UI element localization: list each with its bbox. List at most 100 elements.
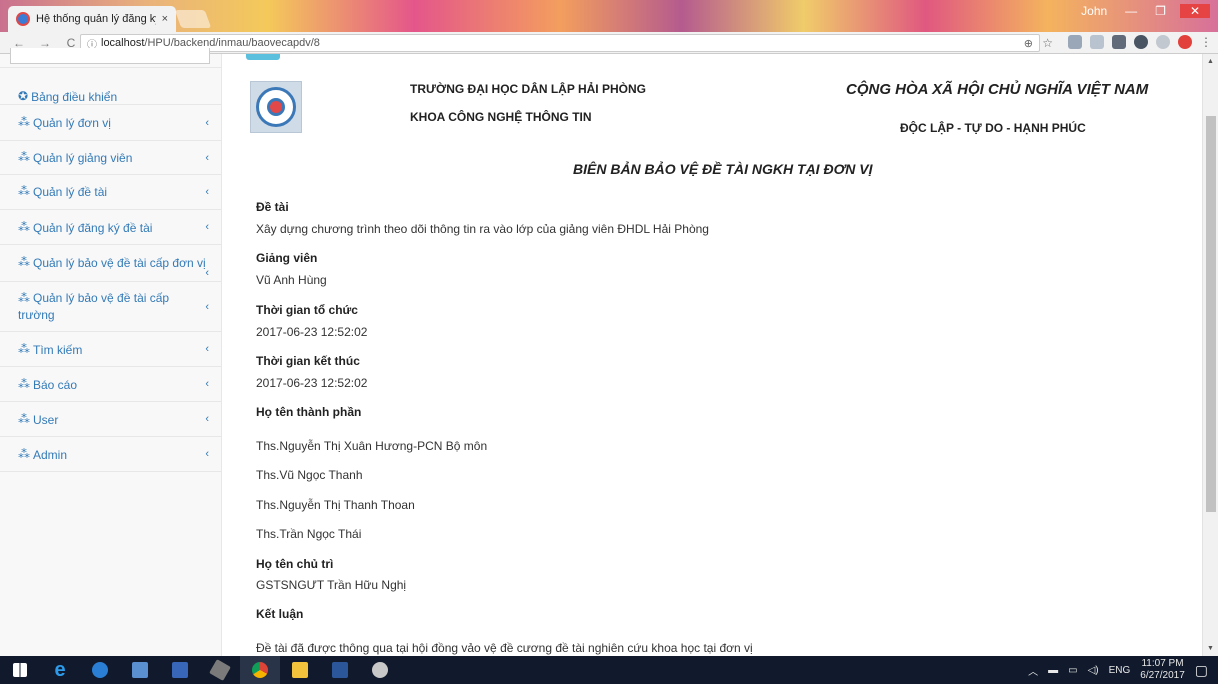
extension-icon[interactable] [1156, 35, 1170, 49]
sitemap-icon: ⁂ [18, 377, 30, 391]
start-button[interactable] [0, 656, 40, 684]
taskbar-app[interactable] [120, 656, 160, 684]
sidebar-item-units[interactable]: ⁂ Quản lý đơn vị ‹ [0, 105, 221, 141]
search-input[interactable] [10, 48, 210, 64]
system-tray: ︿ ▬ ▭ ◁) ENG 11:07 PM 6/27/2017 ▢ [1028, 656, 1208, 684]
chevron-left-icon: ‹ [205, 186, 209, 198]
tab-close-button[interactable]: × [162, 13, 168, 25]
lecturer-value: Vũ Anh Hùng [256, 273, 327, 287]
chevron-left-icon: ‹ [205, 221, 209, 233]
language-indicator[interactable]: ENG [1109, 665, 1131, 676]
print-button[interactable] [246, 54, 280, 60]
sidebar-item-topic-registration[interactable]: ⁂ Quản lý đăng ký đề tài ‹ [0, 210, 221, 245]
faculty-name: KHOA CÔNG NGHỆ THÔNG TIN [410, 110, 592, 124]
chevron-left-icon: ‹ [205, 116, 209, 129]
sitemap-icon: ⁂ [18, 291, 30, 305]
topic-value: Xây dựng chương trình theo dõi thông tin… [256, 222, 709, 236]
zoom-icon[interactable]: ⊕ [1024, 37, 1033, 50]
browser-tab[interactable]: Hệ thống quản lý đăng ký × [8, 6, 176, 32]
topic-label: Đề tài [256, 200, 289, 214]
sitemap-icon: ⁂ [18, 220, 30, 234]
extension-icon[interactable] [1068, 35, 1082, 49]
chevron-left-icon: ‹ [205, 448, 209, 460]
minimize-icon[interactable]: — [1121, 4, 1141, 18]
member-item: Ths.Vũ Ngọc Thanh [256, 468, 363, 482]
sitemap-icon: ⁂ [18, 342, 30, 356]
chair-value: GSTSNGƯT Trần Hữu Nghị [256, 578, 407, 592]
network-icon[interactable]: ▭ [1068, 665, 1077, 676]
app-icon [209, 659, 231, 681]
new-tab-button[interactable] [174, 10, 212, 28]
sitemap-icon: ⁂ [18, 255, 30, 269]
page-scrollbar[interactable]: ▲ ▼ [1202, 54, 1218, 656]
taskbar-chrome[interactable] [240, 656, 280, 684]
sidebar-item-unit-defense[interactable]: ⁂ Quản lý bảo vệ đề tài cấp đơn vị ‹ [0, 245, 221, 282]
scrollbar-thumb[interactable] [1206, 116, 1216, 512]
adblock-icon[interactable] [1178, 35, 1192, 49]
extension-icon[interactable] [1112, 35, 1126, 49]
sidebar-item-label: Báo cáo [33, 378, 78, 392]
taskbar: e ︿ ▬ ▭ ◁) ENG 11:07 PM 6/27/2017 ▢ [0, 656, 1218, 684]
end-time-label: Thời gian kết thúc [256, 354, 360, 368]
clock-date: 6/27/2017 [1140, 670, 1185, 681]
sidebar-search [0, 48, 221, 68]
taskbar-app[interactable] [80, 656, 120, 684]
scroll-down-icon[interactable]: ▼ [1207, 645, 1214, 652]
app-icon [372, 662, 388, 678]
chevron-left-icon: ‹ [205, 267, 209, 279]
extension-icon[interactable] [1090, 35, 1104, 49]
sidebar-item-lecturers[interactable]: ⁂ Quản lý giảng viên ‹ [0, 141, 221, 175]
taskbar-app[interactable] [200, 656, 240, 684]
lecturer-label: Giảng viên [256, 251, 318, 265]
sidebar-item-search[interactable]: ⁂ Tìm kiếm ‹ [0, 332, 221, 367]
chevron-left-icon: ‹ [205, 300, 209, 313]
sidebar-item-reports[interactable]: ⁂ Báo cáo ‹ [0, 367, 221, 402]
taskbar-word[interactable] [320, 656, 360, 684]
sidebar: ✪ Bảng điều khiển ⁂ Quản lý đơn vị ‹ ⁂ Q… [0, 48, 222, 656]
sidebar-item-school-defense[interactable]: ⁂ Quản lý bảo vệ đề tài cấp trường ‹ [0, 282, 221, 332]
member-item: Ths.Nguyễn Thị Thanh Thoan [256, 498, 415, 512]
volume-icon[interactable]: ◁) [1088, 665, 1099, 676]
mail-icon [132, 662, 148, 678]
chevron-up-icon[interactable]: ︿ [1028, 663, 1038, 678]
taskbar-app[interactable] [160, 656, 200, 684]
start-time-label: Thời gian tổ chức [256, 303, 358, 317]
sidebar-item-topics[interactable]: ⁂ Quản lý đề tài ‹ [0, 175, 221, 210]
sidebar-item-label: Quản lý bảo vệ đề tài cấp đơn vị [33, 256, 206, 270]
chevron-left-icon: ‹ [205, 413, 209, 425]
sitemap-icon: ⁂ [18, 412, 30, 426]
menu-icon[interactable]: ⋮ [1200, 35, 1212, 49]
taskbar-app[interactable] [360, 656, 400, 684]
sidebar-item-label: ⁂ Quản lý bảo vệ đề tài cấp trường [18, 290, 181, 324]
notification-icon[interactable]: ▢ [1195, 662, 1208, 679]
clock[interactable]: 11:07 PM 6/27/2017 [1140, 658, 1185, 682]
sidebar-item-admin[interactable]: ⁂ Admin ‹ [0, 437, 221, 472]
scroll-up-icon[interactable]: ▲ [1207, 58, 1214, 65]
member-item: Ths.Nguyễn Thị Xuân Hương-PCN Bộ môn [256, 439, 488, 453]
extension-icon[interactable] [1134, 35, 1148, 49]
tab-title: Hệ thống quản lý đăng ký [36, 13, 156, 25]
ie-icon: e [54, 659, 66, 681]
maximize-icon[interactable]: ❐ [1151, 4, 1170, 18]
sidebar-item-dashboard[interactable]: ✪ Bảng điều khiển [0, 68, 221, 105]
battery-icon[interactable]: ▬ [1048, 665, 1058, 676]
sitemap-icon: ⁂ [18, 115, 30, 129]
document-title: BIÊN BẢN BẢO VỆ ĐỀ TÀI NGKH TẠI ĐƠN VỊ [573, 161, 873, 177]
chair-label: Họ tên chủ trì [256, 557, 334, 571]
app-icon [92, 662, 108, 678]
sidebar-item-label: Tìm kiếm [33, 343, 83, 357]
profile-user-label[interactable]: John [1077, 4, 1111, 18]
url-input[interactable]: ⓘ localhost/HPU/backend/inmau/baovecapdv… [80, 34, 1053, 52]
favicon-icon [16, 12, 30, 26]
members-label: Họ tên thành phần [256, 405, 362, 419]
taskbar-ie[interactable]: e [40, 656, 80, 684]
browser-tab-bar: Hệ thống quản lý đăng ký × John — ❐ ✕ [0, 0, 1218, 32]
chevron-left-icon: ‹ [205, 378, 209, 390]
sidebar-item-label: Bảng điều khiển [31, 90, 118, 104]
close-icon[interactable]: ✕ [1179, 4, 1210, 18]
windows-icon [13, 663, 27, 677]
window-controls: John — ❐ ✕ [1077, 4, 1210, 18]
bookmark-star-icon[interactable]: ☆ [1042, 36, 1053, 50]
taskbar-explorer[interactable] [280, 656, 320, 684]
sidebar-item-user[interactable]: ⁂ User ‹ [0, 402, 221, 437]
